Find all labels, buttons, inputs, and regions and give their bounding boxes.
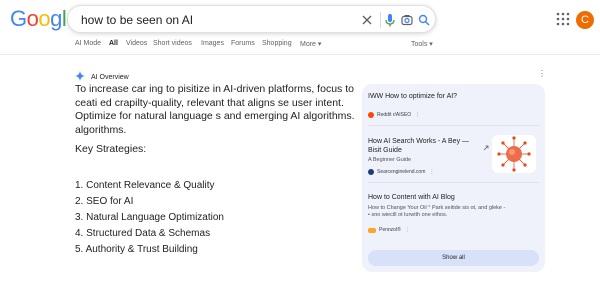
search-input[interactable]: how to be seen on AI: [81, 13, 193, 27]
card-description: How to Change Your Oil ° Park seitide si…: [368, 205, 538, 219]
card-subtitle: A Beginner Guide: [368, 157, 412, 163]
source-name: Searcenginelend.com: [377, 169, 426, 175]
tab-more[interactable]: More ▾: [300, 40, 321, 48]
key-strategies-heading: Key Strategies:: [75, 143, 147, 155]
panel-question: IWW How to optimize for AI?: [368, 93, 458, 100]
panel-divider: [368, 125, 539, 126]
search-icon[interactable]: [416, 12, 432, 28]
list-item: 5. Authority & Trust Building: [75, 244, 198, 255]
card-title[interactable]: How to Content with AI Blog: [368, 193, 455, 202]
sources-panel: IWW How to optimize for AI? Reddit r/AIS…: [362, 84, 545, 272]
tab-short-videos[interactable]: Short videos: [153, 40, 192, 47]
card-source[interactable]: Pennzol® ⋮: [368, 227, 410, 233]
logo-letter: G: [10, 6, 27, 31]
logo-letter: o: [26, 6, 39, 31]
list-item: 1. Content Relevance & Quality: [75, 180, 215, 191]
tab-all[interactable]: All: [109, 40, 118, 47]
link-icon[interactable]: [483, 138, 489, 156]
overview-more-icon[interactable]: ⋮: [538, 70, 546, 78]
search-divider: [380, 12, 381, 28]
tab-forums[interactable]: Forums: [231, 40, 255, 47]
tools-button[interactable]: Tools ▾: [411, 40, 433, 48]
show-all-button[interactable]: Show all: [368, 250, 539, 266]
source-name: Pennzol®: [379, 227, 401, 233]
microphone-icon[interactable]: [382, 12, 398, 28]
tab-videos[interactable]: Videos: [126, 40, 147, 47]
source-name: Reddit r/AISEO: [377, 112, 412, 118]
card-desc-line: How to Change Your Oil ° Park seitide si…: [368, 205, 506, 211]
lens-icon[interactable]: [399, 12, 415, 28]
apps-grid-icon[interactable]: [555, 11, 571, 27]
clear-icon[interactable]: [359, 12, 375, 28]
card-title-line: Bisit Guide: [368, 147, 402, 154]
list-item: 2. SEO for AI: [75, 196, 134, 207]
list-item: 3. Natural Language Optimization: [75, 212, 224, 223]
search-tabs: AI Mode All Videos Short videos Images F…: [0, 40, 600, 54]
card-source[interactable]: Searcenginelend.com ⋮: [368, 169, 434, 175]
reddit-icon: [368, 112, 374, 118]
overview-paragraph: To increase car ing to pisitize in AI-dr…: [75, 83, 355, 136]
card-title[interactable]: How AI Search Works - A Bey — Bisit Guid…: [368, 137, 469, 155]
reddit-source[interactable]: Reddit r/AISEO ⋮: [368, 112, 420, 118]
strategies-list: 1. Content Relevance & Quality 2. SEO fo…: [75, 178, 224, 258]
source-more-icon[interactable]: ⋮: [429, 169, 434, 175]
logo-letter: g: [50, 6, 62, 31]
search-bar[interactable]: how to be seen on AI: [67, 5, 436, 33]
tab-images[interactable]: Images: [201, 40, 224, 47]
panel-divider: [368, 182, 539, 183]
site-icon: [368, 169, 374, 175]
source-more-icon[interactable]: ⋮: [415, 112, 420, 118]
list-item: 4. Structured Data & Schemas: [75, 228, 211, 239]
header-divider: [0, 54, 600, 55]
tab-ai-mode[interactable]: AI Mode: [75, 40, 101, 47]
pennzoil-icon: [368, 227, 376, 233]
account-avatar[interactable]: C: [576, 11, 594, 29]
logo-letter: o: [38, 6, 51, 31]
card-desc-line: • sno wiecill ot lurwith one ethos.: [368, 212, 448, 218]
tab-shopping[interactable]: Shopping: [262, 40, 292, 47]
source-more-icon[interactable]: ⋮: [405, 227, 410, 233]
virus-thumbnail[interactable]: [492, 135, 536, 173]
ai-overview-title: AI Overview: [91, 73, 129, 81]
card-title-line: How AI Search Works - A Bey —: [368, 138, 470, 145]
